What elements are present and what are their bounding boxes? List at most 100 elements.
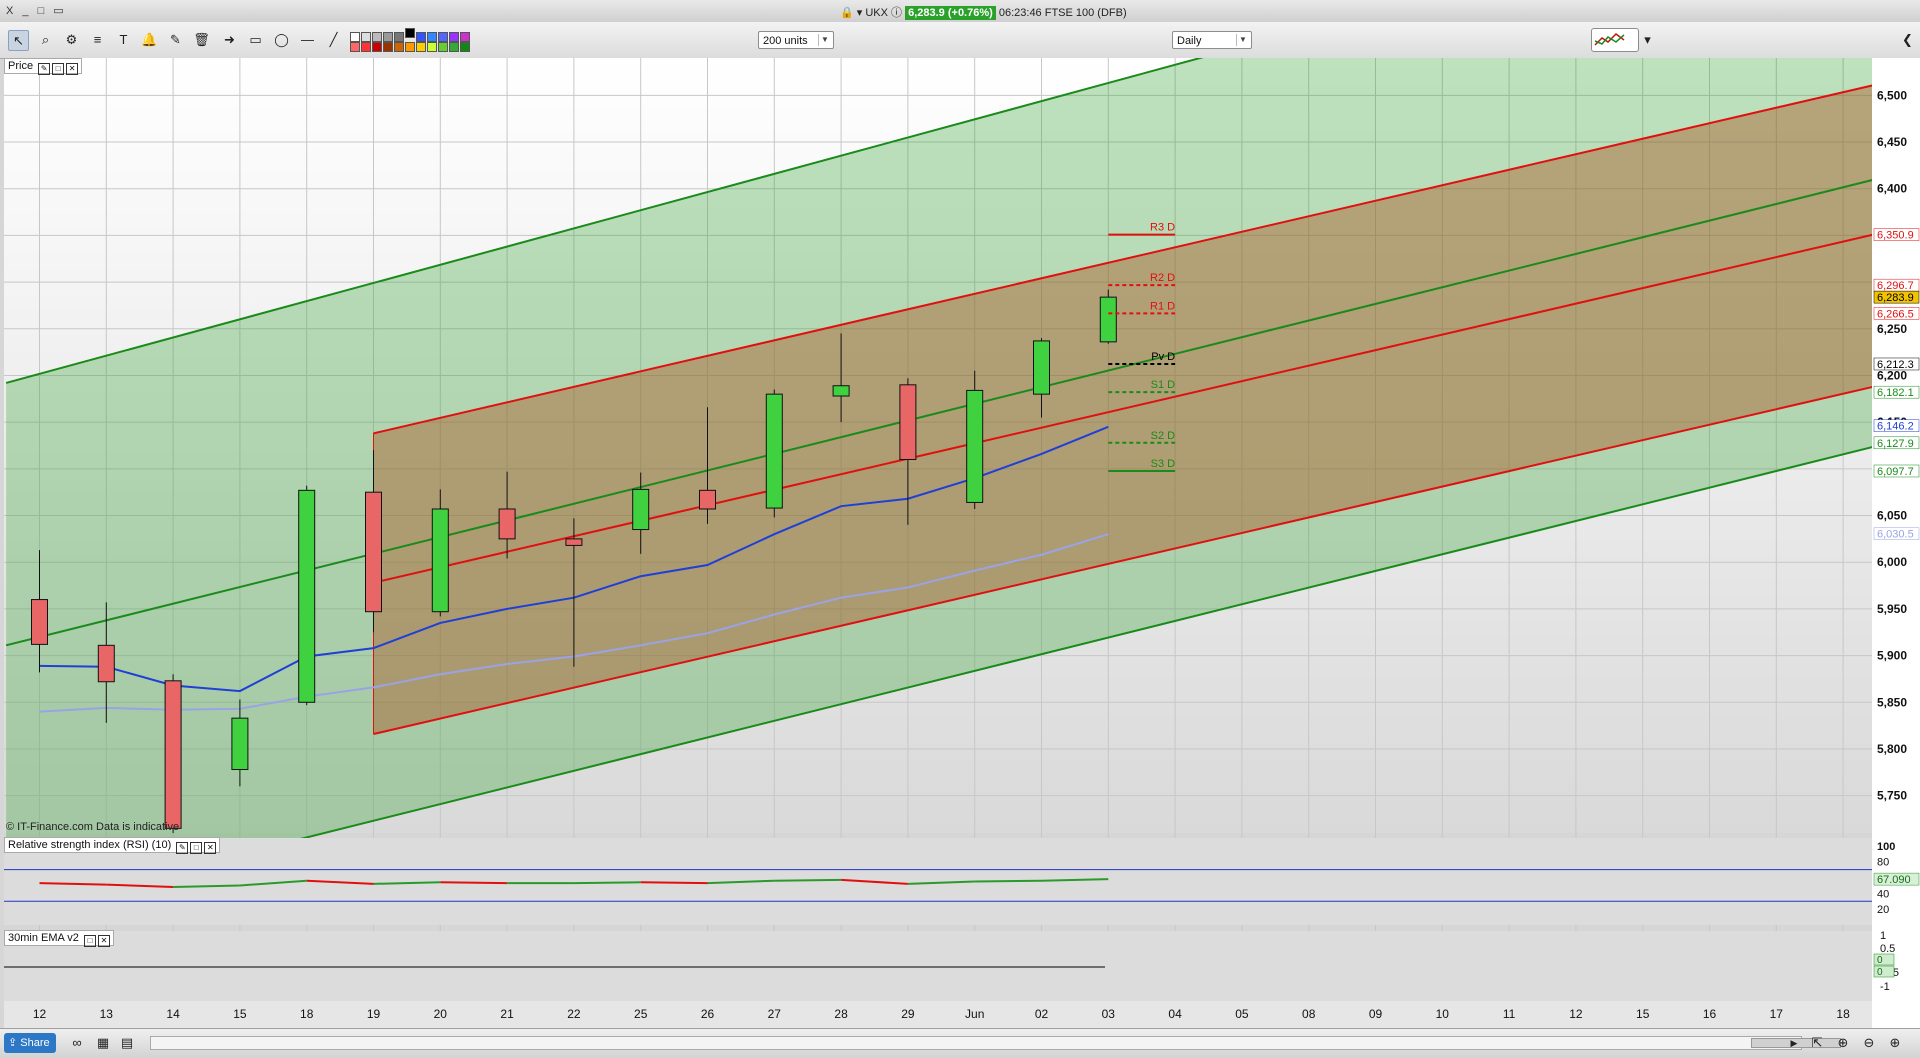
x-tick-label: 17 [1770, 1007, 1784, 1021]
value-tag-label: 6,030.5 [1877, 529, 1914, 541]
x-axis-background [4, 1001, 1872, 1028]
y-tick-label: 5,850 [1877, 695, 1907, 709]
text-tool-icon[interactable]: T [114, 30, 133, 49]
swatch[interactable] [361, 32, 371, 42]
window-titlebar: X _ □ ▭ 🔒 ▾ UKX ⓘ 6,283.9 (+0.76%) 06:23… [0, 0, 1920, 23]
chevron-down-icon[interactable]: ▾ [1638, 30, 1657, 49]
candle-up [632, 488, 650, 531]
swatch[interactable] [460, 32, 470, 42]
maximize-icon[interactable]: □ [83, 935, 96, 947]
zoom-in-icon[interactable]: ⊕ [1886, 1034, 1904, 1052]
indicators-button[interactable] [1591, 28, 1639, 52]
y-tick-label: 6,500 [1877, 88, 1907, 102]
swatch[interactable] [438, 42, 448, 52]
swatch[interactable] [350, 32, 360, 42]
swatch[interactable] [449, 42, 459, 52]
ema-panel-title: 30min EMA v2 [8, 932, 79, 944]
share-button[interactable]: ⇪ Share [4, 1033, 56, 1053]
pointer-tool-icon[interactable]: ↖ [8, 30, 29, 51]
collapse-panel-icon[interactable]: ❮ [1898, 30, 1917, 49]
close-icon[interactable]: ✕ [204, 842, 217, 854]
zoom-tool-icon[interactable]: ⌕ [36, 30, 55, 49]
interval-select[interactable]: Daily ▼ [1172, 31, 1252, 49]
symbol-label[interactable]: UKX [865, 7, 888, 19]
window-controls[interactable]: X _ □ ▭ [6, 4, 67, 17]
info-icon[interactable]: ⓘ [891, 7, 905, 19]
x-tick-label: 15 [233, 1007, 247, 1021]
swatch[interactable] [416, 32, 426, 42]
pencil-tool-icon[interactable]: ✎ [166, 30, 185, 49]
chevron-down-icon: ▼ [818, 34, 831, 46]
candle-down [164, 680, 182, 829]
x-tick-label: 12 [33, 1007, 47, 1021]
candle-up [298, 489, 316, 703]
close-icon[interactable]: ✕ [97, 935, 110, 947]
swatch[interactable] [427, 32, 437, 42]
table-icon[interactable]: ▤ [118, 1034, 136, 1052]
swatch[interactable] [460, 42, 470, 52]
swatch[interactable] [405, 28, 415, 38]
swatch[interactable] [372, 32, 382, 42]
wrench-icon[interactable]: ✎ [176, 842, 189, 854]
layout-icon[interactable]: ▦ [94, 1034, 112, 1052]
maximize-icon[interactable]: □ [52, 63, 65, 75]
trendline-tool-icon[interactable]: ╱ [324, 30, 343, 49]
candle-up [1033, 340, 1050, 395]
chart-settings-icon[interactable]: ⚙ [62, 30, 81, 49]
y-tick-label: 5,750 [1877, 789, 1907, 803]
chevron-down-icon: ▼ [1236, 34, 1249, 46]
swatch[interactable] [394, 42, 404, 52]
x-tick-label: 09 [1369, 1007, 1383, 1021]
zoom-area-icon[interactable]: ⊕ [1834, 1034, 1852, 1052]
x-tick-label: 04 [1168, 1007, 1182, 1021]
close-icon[interactable]: ✕ [66, 63, 79, 75]
ellipse-tool-icon[interactable]: ◯ [272, 30, 291, 49]
x-tick-label: 11 [1503, 1007, 1516, 1021]
candle-up [431, 508, 449, 613]
alert-bell-icon[interactable]: 🔔 [140, 30, 159, 49]
trash-icon[interactable]: 🗑 [192, 30, 211, 49]
fit-chart-icon[interactable]: ⇱ [1808, 1034, 1826, 1052]
units-select[interactable]: 200 units ▼ [758, 31, 834, 49]
share-button-label: Share [20, 1037, 50, 1049]
ema-osc-last-tag-label: 0 [1877, 955, 1883, 966]
swatch[interactable] [383, 42, 393, 52]
price-chart[interactable]: R3 D R2 D R1 D Pv D S1 D S2 D S3 D 5,750 5,800 5… [0, 58, 1920, 1028]
candle-up [966, 389, 984, 503]
hline-tool-icon[interactable]: — [298, 30, 317, 49]
x-tick-label: 18 [1836, 1007, 1850, 1021]
swatch[interactable] [361, 42, 371, 52]
wrench-icon[interactable]: ✎ [38, 63, 51, 75]
swatch[interactable] [438, 32, 448, 42]
link-icon[interactable]: ∞ [68, 1034, 86, 1052]
arrow-tool-icon[interactable]: ➜ [220, 30, 239, 49]
y-tick-label: 6,050 [1877, 509, 1907, 523]
candle-down [498, 508, 516, 540]
candle-down [365, 491, 382, 613]
swatch[interactable] [405, 42, 415, 52]
candle-up [832, 385, 850, 397]
y-tick-label: 6,000 [1877, 555, 1907, 569]
swatch[interactable] [449, 32, 459, 42]
value-tag-label: 6,146.2 [1877, 421, 1914, 433]
rsi-segment [774, 878, 842, 882]
x-tick-label: 29 [901, 1007, 915, 1021]
pivot-label: R2 D [1150, 272, 1175, 284]
rsi-last-tag-label: 67.090 [1877, 874, 1911, 886]
scroll-right-icon[interactable]: ▶ [1785, 1034, 1803, 1052]
x-tick-label: 18 [300, 1007, 314, 1021]
swatch[interactable] [383, 32, 393, 42]
swatch[interactable] [416, 42, 426, 52]
units-select-value: 200 units [763, 35, 808, 47]
swatch[interactable] [394, 32, 404, 42]
horizontal-scrollbar[interactable] [150, 1036, 1841, 1050]
swatch[interactable] [350, 42, 360, 52]
x-tick-label: 14 [166, 1007, 180, 1021]
fibonacci-tool-icon[interactable]: ≡ [88, 30, 107, 49]
maximize-icon[interactable]: □ [190, 842, 203, 854]
pivot-label: S2 D [1151, 430, 1176, 442]
swatch[interactable] [427, 42, 437, 52]
swatch[interactable] [372, 42, 382, 52]
zoom-out-icon[interactable]: ⊖ [1860, 1034, 1878, 1052]
rectangle-tool-icon[interactable]: ▭ [246, 30, 265, 49]
